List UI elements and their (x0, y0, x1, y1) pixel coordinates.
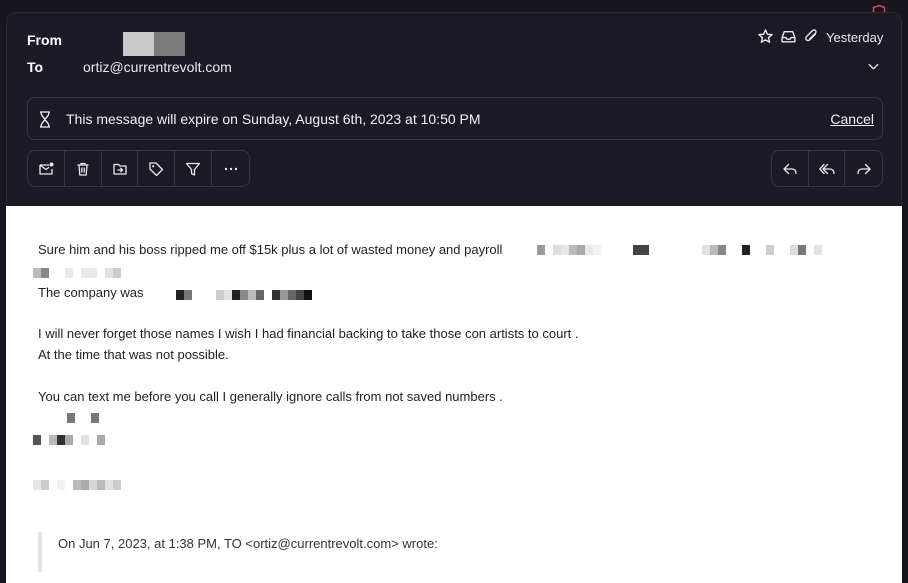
redacted-text (67, 413, 99, 423)
hourglass-icon (40, 111, 50, 128)
quote-bar (38, 532, 42, 572)
envelope-dot-icon (39, 162, 54, 175)
redacted-text (33, 435, 105, 445)
label-button[interactable] (138, 151, 176, 186)
message-body: Sure him and his boss ripped me off $15k… (6, 206, 902, 583)
mark-unread-button[interactable] (28, 151, 65, 186)
forward-button[interactable] (845, 151, 882, 186)
trash-icon (77, 162, 89, 176)
body-line: You can text me before you call I genera… (38, 389, 503, 404)
cancel-expiration-link[interactable]: Cancel (830, 111, 874, 127)
from-label: From (27, 32, 62, 48)
forward-icon (857, 163, 871, 174)
sender-redacted (123, 32, 185, 56)
message-actions (757, 28, 820, 45)
tag-icon (149, 161, 164, 176)
reply-button[interactable] (772, 151, 809, 186)
quoted-header: On Jun 7, 2023, at 1:38 PM, TO <ortiz@cu… (58, 536, 438, 551)
reply-all-button[interactable] (809, 151, 846, 186)
redacted-text (168, 290, 312, 300)
move-to-folder-button[interactable] (102, 151, 139, 186)
redacted-text (33, 480, 121, 490)
more-button[interactable] (212, 151, 249, 186)
paperclip-icon[interactable] (803, 28, 820, 45)
recipient-address[interactable]: ortiz@currentrevolt.com (83, 59, 232, 75)
body-line: The company was (38, 285, 144, 300)
star-icon[interactable] (757, 28, 774, 45)
body-line: I will never forget those names I wish I… (38, 326, 579, 341)
body-line: Sure him and his boss ripped me off $15k… (38, 242, 503, 257)
message-date: Yesterday (826, 30, 884, 45)
folder-move-icon (112, 163, 127, 175)
redacted-text (702, 245, 822, 255)
chevron-down-icon[interactable] (866, 59, 881, 74)
reply-icon (783, 163, 797, 174)
reply-all-icon (818, 163, 835, 174)
inbox-icon[interactable] (780, 28, 797, 45)
expiration-message: This message will expire on Sunday, Augu… (66, 111, 481, 127)
more-dots-icon (224, 167, 237, 170)
filter-button[interactable] (175, 151, 213, 186)
body-line: At the time that was not possible. (38, 347, 229, 362)
redacted-text (33, 268, 121, 278)
expiration-banner: This message will expire on Sunday, Augu… (27, 97, 883, 140)
filter-icon (186, 162, 201, 176)
redacted-text (537, 245, 649, 255)
message-toolbar (27, 150, 250, 187)
message-header: From To ortiz@currentrevolt.com Yesterda… (6, 12, 902, 206)
to-label: To (27, 59, 44, 75)
delete-button[interactable] (65, 151, 102, 186)
reply-toolbar (771, 150, 883, 187)
